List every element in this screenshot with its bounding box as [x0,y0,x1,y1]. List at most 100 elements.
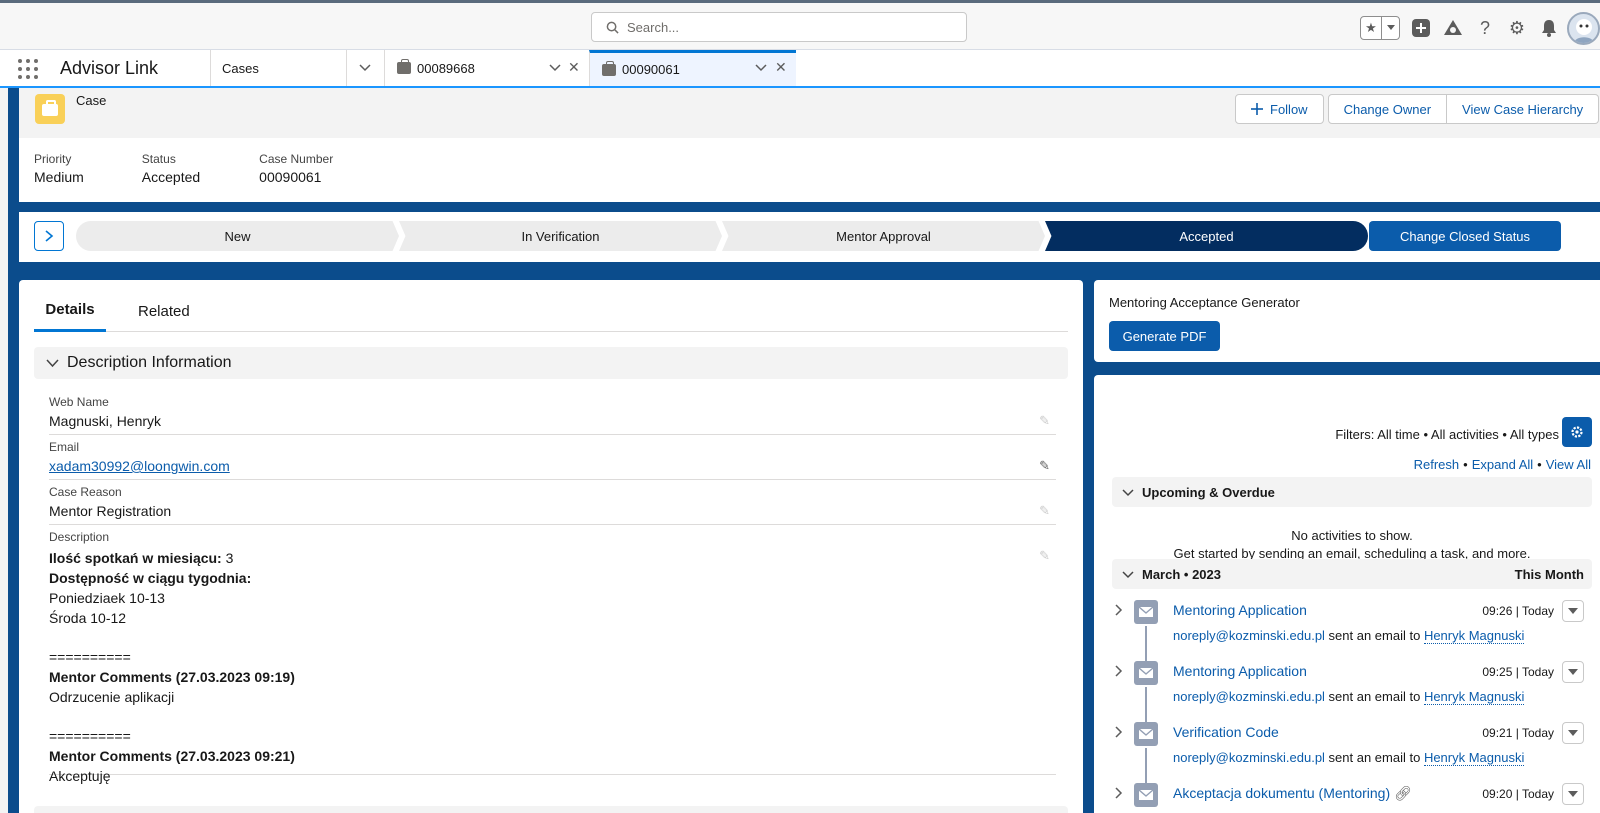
path-step-in-verification[interactable]: In Verification [399,221,722,251]
sender-link[interactable]: noreply@kozminski.edu.pl [1173,750,1325,765]
change-owner-button[interactable]: Change Owner [1327,94,1448,124]
path-step-new[interactable]: New [76,221,399,251]
activity-settings-button[interactable] [1562,417,1592,447]
favorites-dropdown-icon[interactable] [1381,17,1399,39]
trailhead-icon[interactable] [1442,17,1464,39]
chevron-down-icon [1122,570,1134,578]
app-name: Advisor Link [60,58,159,78]
activity-actions-dropdown[interactable] [1562,600,1584,622]
activity-time: 09:26 | Today [1482,604,1554,618]
email-icon [1134,661,1158,685]
view-all-link[interactable]: View All [1546,457,1591,472]
sender-link[interactable]: noreply@kozminski.edu.pl [1173,628,1325,643]
field-web-name: Web Name Magnuski, Henryk ✎ [49,395,1056,435]
edit-pencil-icon[interactable]: ✎ [1039,503,1050,519]
section-march-2023[interactable]: March • 2023 This Month [1112,559,1592,589]
timeline-item: Mentoring Application 09:25 | Today nore… [1112,661,1592,723]
help-icon[interactable]: ? [1474,17,1496,39]
app-launcher-icon[interactable] [18,59,38,79]
global-header: Search... ★ ? ⚙ [0,3,1600,50]
activity-actions-dropdown[interactable] [1562,661,1584,683]
plus-icon [1251,103,1263,115]
recipient-link[interactable]: Henryk Magnuski [1423,689,1525,705]
path-step-mentor-approval[interactable]: Mentor Approval [722,221,1045,251]
sender-link[interactable]: noreply@kozminski.edu.pl [1173,689,1325,704]
global-add-icon[interactable] [1410,17,1432,39]
activity-actions-dropdown[interactable] [1562,783,1584,805]
highlight-status: Status Accepted [141,152,201,185]
email-link[interactable]: xadam30992@loongwin.com [49,458,230,474]
highlight-case-number: Case Number 00090061 [259,152,334,185]
nav-object-cases[interactable]: Cases [210,50,384,86]
edit-pencil-icon[interactable]: ✎ [1039,548,1050,564]
field-description: Description Ilość spotkań w miesiącu: 3 … [49,530,1056,784]
view-case-hierarchy-button[interactable]: View Case Hierarchy [1447,94,1600,124]
chevron-right-icon[interactable] [1114,665,1124,677]
generate-pdf-button[interactable]: Generate PDF [1109,321,1220,351]
setup-gear-icon[interactable]: ⚙ [1506,17,1528,39]
activity-links: Refresh • Expand All • View All [1413,457,1591,472]
record-header: Case Follow Change Owner View Case Hiera… [19,88,1600,202]
favorite-star-icon[interactable]: ★ [1361,17,1381,39]
description-text: Ilość spotkań w miesiącu: 3 Dostępność w… [49,550,295,784]
field-email: Email xadam30992@loongwin.com ✎ [49,440,1056,480]
workspace-tab-00089668[interactable]: 00089668 ✕ [384,50,588,86]
close-icon[interactable]: ✕ [775,59,787,76]
follow-button[interactable]: Follow [1235,94,1324,124]
path-step-accepted[interactable]: Accepted [1045,221,1368,251]
case-icon [602,60,616,76]
activity-subject-link[interactable]: Mentoring Application [1173,663,1307,679]
record-tabs: Details Related [34,290,1068,332]
attachment-icon: 🔗︎ [1394,785,1412,801]
favorites-button-group[interactable]: ★ [1360,16,1400,40]
activity-subject-link[interactable]: Verification Code [1173,724,1279,740]
activity-actions-dropdown[interactable] [1562,722,1584,744]
workspace-tab-label: 00089668 [417,60,475,76]
header-actions: Follow Change Owner View Case Hierarchy [1235,94,1600,124]
highlight-priority: Priority Medium [34,152,84,185]
recipient-link[interactable]: Henryk Magnuski [1423,628,1525,644]
no-activities-message: No activities to show. Get started by se… [1173,528,1531,561]
nav-object-label: Cases [222,60,259,76]
chevron-right-icon[interactable] [1114,787,1124,799]
activity-time: 09:25 | Today [1482,665,1554,679]
highlights-panel: Priority Medium Status Accepted Case Num… [34,152,391,185]
global-actions: ★ ? ⚙ [1360,12,1560,44]
notifications-bell-icon[interactable] [1538,17,1560,39]
status-path: New In Verification Mentor Approval Acce… [19,212,1600,262]
chevron-down-icon[interactable] [549,61,561,73]
activity-subject-link[interactable]: Mentoring Application [1173,602,1307,618]
tab-details[interactable]: Details [34,290,106,332]
search-icon [606,21,619,34]
edit-pencil-icon[interactable]: ✎ [1039,413,1050,429]
search-placeholder: Search... [627,19,680,35]
user-avatar[interactable] [1567,12,1600,45]
activity-time: 09:20 | Today [1482,787,1554,801]
section-upcoming-overdue[interactable]: Upcoming & Overdue [1112,477,1592,507]
workspace-tab-00090061[interactable]: 00090061 ✕ [589,50,796,86]
recipient-link[interactable]: Henryk Magnuski [1423,750,1525,766]
activity-time: 09:21 | Today [1482,726,1554,740]
global-search-input[interactable]: Search... [591,12,967,42]
edit-pencil-icon[interactable]: ✎ [1039,458,1050,474]
refresh-link[interactable]: Refresh [1414,457,1460,472]
expand-all-link[interactable]: Expand All [1472,457,1533,472]
email-icon [1134,722,1158,746]
change-closed-status-button[interactable]: Change Closed Status [1369,221,1561,251]
activity-subject-link[interactable]: Akceptacja dokumentu (Mentoring) 🔗︎ [1173,785,1412,802]
activity-filters-text: Filters: All time • All activities • All… [1335,427,1559,442]
tab-related[interactable]: Related [138,290,190,332]
close-icon[interactable]: ✕ [568,59,580,76]
object-type-label: Case [76,93,107,108]
case-icon [397,59,411,74]
generator-title: Mentoring Acceptance Generator [1109,295,1300,310]
chevron-right-icon[interactable] [1114,604,1124,616]
details-card: Details Related Description Information … [19,280,1083,813]
chevron-down-icon[interactable] [755,61,767,73]
section-description-information[interactable]: Description Information [34,347,1068,379]
chevron-right-icon[interactable] [1114,726,1124,738]
chevron-down-icon [1122,488,1134,496]
field-case-reason: Case Reason Mentor Registration ✎ [49,485,1056,525]
chevron-down-icon[interactable] [359,61,371,73]
path-toggle-button[interactable] [34,221,64,251]
